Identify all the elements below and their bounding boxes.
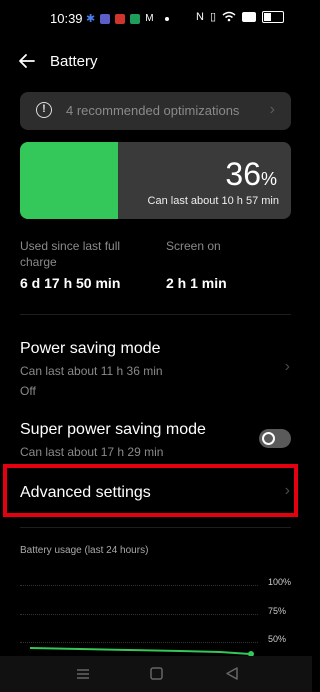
y-tick-50: 50% bbox=[268, 634, 287, 644]
divider bbox=[20, 527, 291, 528]
battery-percent-value: 36 bbox=[225, 156, 261, 192]
super-power-saving-toggle[interactable] bbox=[259, 429, 291, 448]
y-tick-100: 100% bbox=[268, 577, 292, 587]
power-saving-mode-item[interactable]: Power saving mode Can last about 11 h 36… bbox=[0, 330, 312, 400]
alert-icon bbox=[36, 102, 52, 118]
power-saving-estimate: Can last about 11 h 36 min bbox=[20, 364, 163, 378]
divider bbox=[20, 314, 291, 315]
settings-icon: ✱ bbox=[86, 13, 96, 25]
recommended-optimizations-text: 4 recommended optimizations bbox=[66, 103, 240, 118]
battery-percent-sign: % bbox=[260, 169, 277, 189]
y-tick-75: 75% bbox=[268, 606, 287, 616]
status-time: 10:39 bbox=[50, 11, 83, 26]
battery-percent: 36% bbox=[225, 156, 277, 193]
chevron-right-icon: › bbox=[269, 101, 275, 118]
page-title: Battery bbox=[50, 53, 98, 70]
gmail-icon: M bbox=[145, 13, 154, 24]
toggle-knob bbox=[262, 432, 275, 445]
home-icon[interactable] bbox=[150, 667, 163, 680]
vibrate-icon: ▯ bbox=[209, 11, 217, 23]
system-icons: N ▯ bbox=[196, 10, 285, 23]
battery-level-fill bbox=[20, 142, 118, 219]
nfc-icon: N bbox=[196, 10, 204, 23]
super-power-saving-title: Super power saving mode bbox=[20, 421, 206, 438]
highlight-box bbox=[3, 464, 298, 517]
m-app-icon bbox=[115, 13, 126, 24]
teams-icon bbox=[100, 13, 111, 24]
dot-icon bbox=[164, 16, 169, 21]
since-charge-value: 6 d 17 h 50 min bbox=[20, 275, 121, 291]
chevron-right-icon: › bbox=[284, 358, 290, 375]
status-bar: 10:39 ✱ M N ▯ bbox=[0, 0, 312, 36]
back-arrow-icon[interactable] bbox=[16, 50, 38, 72]
recommended-optimizations-card[interactable]: 4 recommended optimizations › bbox=[20, 92, 291, 130]
gridline-75 bbox=[20, 614, 258, 615]
battery-saver-icon bbox=[242, 11, 257, 22]
shield-app-icon bbox=[130, 13, 141, 24]
since-charge-label: Used since last full charge bbox=[20, 239, 121, 269]
recent-apps-icon[interactable] bbox=[76, 668, 90, 680]
chart-title: Battery usage (last 24 hours) bbox=[20, 545, 149, 556]
battery-level-card: 36% Can last about 10 h 57 min bbox=[20, 142, 291, 219]
gridline-100 bbox=[20, 585, 258, 586]
battery-estimate: Can last about 10 h 57 min bbox=[147, 195, 279, 207]
battery-usage-line bbox=[29, 647, 251, 655]
screen-on-label: Screen on bbox=[166, 239, 221, 253]
super-power-saving-estimate: Can last about 17 h 29 min bbox=[20, 445, 164, 459]
screen-on-value: 2 h 1 min bbox=[166, 275, 227, 291]
power-saving-title: Power saving mode bbox=[20, 340, 161, 357]
battery-icon bbox=[262, 10, 285, 23]
navigation-bar bbox=[0, 656, 312, 692]
wifi-icon bbox=[222, 11, 236, 22]
power-saving-state: Off bbox=[20, 384, 36, 398]
notification-icons: ✱ M bbox=[86, 12, 169, 25]
back-nav-icon[interactable] bbox=[226, 667, 238, 680]
